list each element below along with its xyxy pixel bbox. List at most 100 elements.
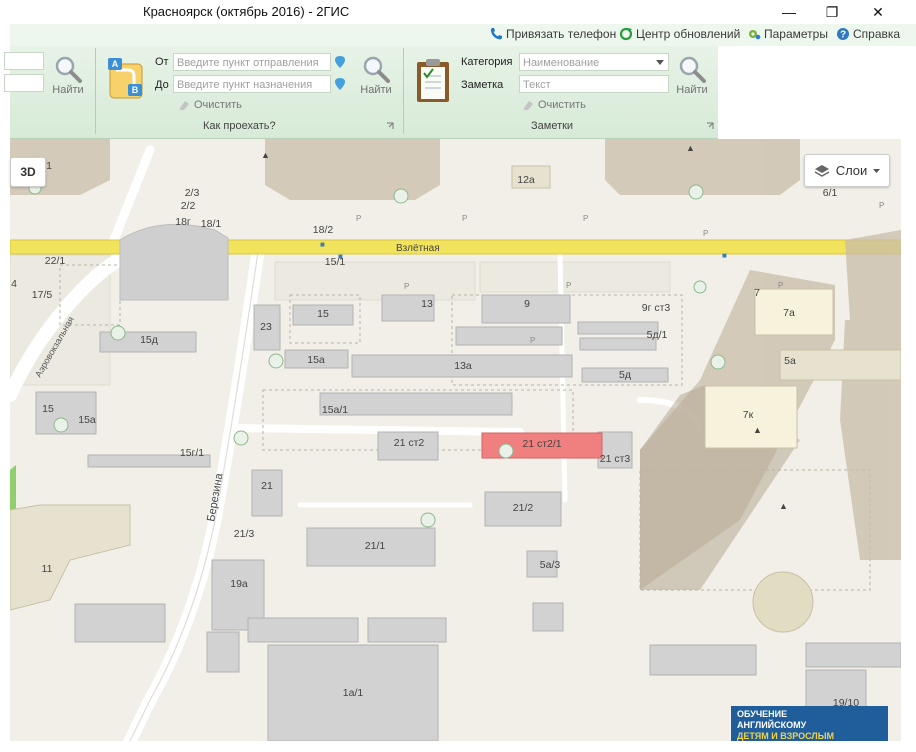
svg-text:P: P [356,214,361,223]
bind-phone-link[interactable]: Привязать телефон [489,27,616,41]
map-building [251,469,283,517]
route-clear-button[interactable]: Очистить [178,99,242,111]
bank-icon [688,184,704,200]
map-building [319,392,513,416]
building-label: 21 ст3 [600,453,631,465]
building-label: 7к [743,409,754,421]
building-label: 18/1 [201,218,222,230]
map-building [532,602,564,632]
chevron-down-icon [873,168,881,173]
group-divider [403,48,404,134]
svg-text:P: P [778,281,783,290]
svg-text:■: ■ [320,240,325,249]
svg-text:B: B [132,85,139,95]
building-label: 4 [11,278,17,290]
layers-button[interactable]: Слои [804,154,890,187]
building-label: 5д [619,369,631,381]
building-label: 17/5 [32,289,53,301]
notes-text-input[interactable]: Текст [519,75,669,93]
shop-icon [693,280,707,294]
ad-banner[interactable]: ОБУЧЕНИЕ АНГЛИЙСКОМУ ДЕТЯМ И ВЗРОСЛЫМ [731,706,888,741]
search-find-label: Найти [52,84,84,96]
expand-icon[interactable] [386,122,394,130]
map-building [367,617,447,643]
help-link[interactable]: ? Справка [836,27,900,41]
food-icon [53,417,69,433]
svg-text:P: P [703,229,708,238]
ad-line: АНГЛИЙСКОМУ [737,720,807,730]
building-label: 15/1 [325,256,346,268]
notes-group-title: Заметки [531,120,574,132]
search-what-input[interactable] [4,52,44,70]
map-canvas[interactable]: ▲ ▲ ▲ ▲ P P PP PP P P P ■■ ■ Взлётная Березин… [10,139,901,741]
building-label: 5а [784,355,796,367]
updates-center-link[interactable]: Центр обновлений [619,27,740,41]
building-label: 21/3 [234,528,255,540]
notes-category-value: Наименование [523,57,600,69]
map-building [247,617,359,643]
building-label: 18/2 [313,224,334,236]
search-find-button[interactable]: Найти [48,54,88,112]
building-label: 2/2 [181,200,196,212]
building-label: 15а [307,354,325,366]
notes-clear-button[interactable]: Очистить [522,99,586,111]
building-label: 11 [42,563,53,575]
map-building [74,603,166,643]
expand-icon[interactable] [706,122,714,130]
map-road [236,424,524,436]
building-label: 22/1 [45,255,66,267]
search-where-input[interactable] [4,74,44,92]
building-label: 7 [754,287,760,299]
eraser-icon [524,101,533,110]
building-label: 15д [140,334,158,346]
settings-label: Параметры [764,27,828,41]
bind-phone-label: Привязать телефон [506,27,617,41]
education-icon: ▲ [779,501,788,511]
route-from-input[interactable]: Введите пункт отправления [173,53,331,71]
notes-category-select[interactable]: Наименование [519,53,669,71]
svg-text:P: P [404,282,409,291]
tall-building [845,230,901,320]
building-label: 23 [260,321,272,333]
building-label: 9 [524,298,530,310]
mail-icon [110,325,126,341]
minimize-button[interactable]: — [766,0,812,24]
map-building [649,644,757,676]
top-links-bar: Привязать телефон Центр обновлений Парам… [10,24,916,46]
food-icon [268,353,284,369]
route-to-input[interactable]: Введите пункт назначения [173,75,331,93]
eraser-icon [180,101,189,110]
pharmacy-icon [710,354,726,370]
building-label: 21 ст2 [394,437,425,449]
close-button[interactable]: ✕ [855,0,901,24]
food-icon [498,443,514,459]
street-label: Взлётная [396,243,440,254]
building-label: 7а [783,307,795,319]
map-view[interactable]: ▲ ▲ ▲ ▲ PPPP PPPP P ■ ■ ■ Взлётная Березин… [10,139,901,741]
building-label: 15 [42,403,54,415]
notes-note-label: Заметка [461,79,504,91]
gear-icon [749,30,761,40]
route-find-button[interactable]: Найти [356,54,396,112]
building-label: 21/2 [513,502,534,514]
building-label: 15а [78,414,96,426]
food-icon [420,512,436,528]
map-building [579,337,657,351]
notes-find-button[interactable]: Найти [672,54,712,112]
map-building [805,642,901,668]
education-icon: ▲ [753,425,762,435]
education-icon: ▲ [686,143,695,153]
ad-line: ОБУЧЕНИЕ [737,709,788,719]
map-block [479,261,671,293]
fuel-icon [233,430,249,446]
building-label: 1 [46,160,52,172]
3d-toggle-button[interactable]: 3D [10,157,46,187]
tall-building [265,139,440,200]
settings-link[interactable]: Параметры [747,27,828,41]
map-building [119,223,229,301]
svg-text:P: P [879,201,884,210]
notes-find-label: Найти [676,84,708,96]
maximize-button[interactable]: ❐ [809,0,855,24]
svg-text:A: A [112,59,119,69]
building-label: 1а/1 [343,687,364,699]
